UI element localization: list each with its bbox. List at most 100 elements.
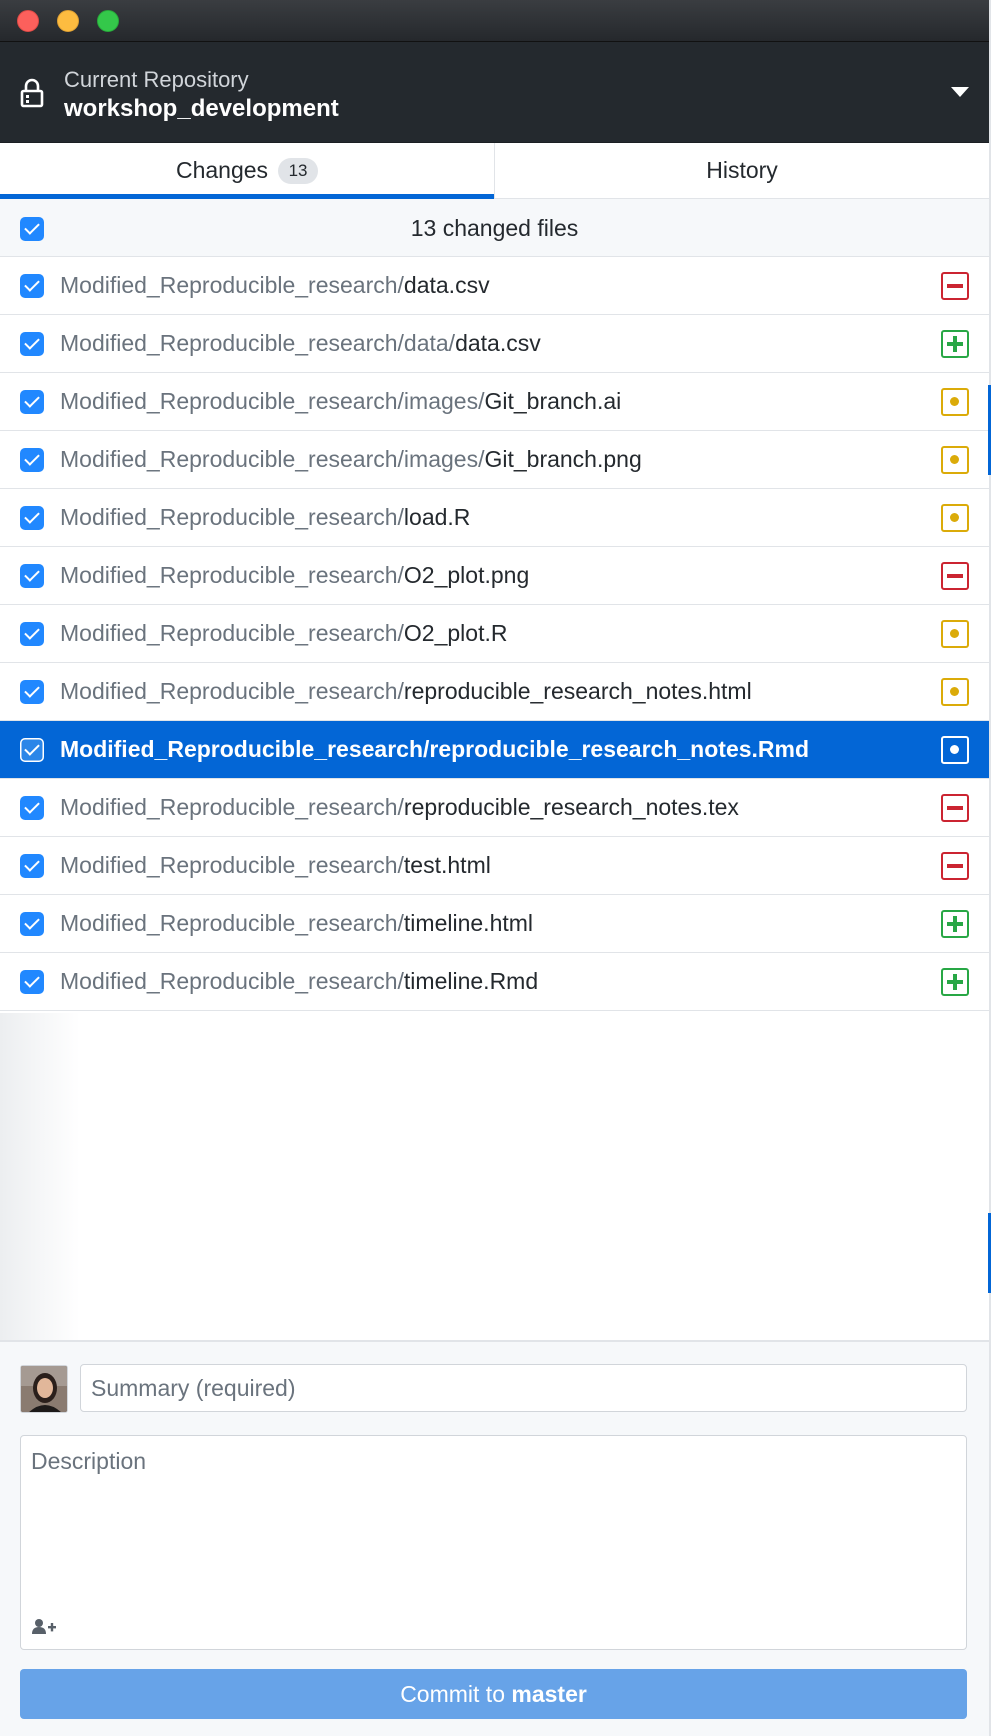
diff-added-icon [941, 910, 969, 938]
close-window-button[interactable] [17, 10, 39, 32]
file-directory: Modified_Reproducible_research/ [60, 678, 404, 704]
diff-added-icon [941, 330, 969, 358]
commit-button-prefix: Commit to [400, 1680, 512, 1707]
file-path: Modified_Reproducible_research/load.R [60, 489, 470, 546]
diff-modified-icon [941, 736, 969, 764]
file-row[interactable]: Modified_Reproducible_research/reproduci… [0, 663, 989, 721]
file-name: test.html [403, 852, 491, 878]
file-path: Modified_Reproducible_research/timeline.… [60, 953, 538, 1010]
file-path: Modified_Reproducible_research/reproduci… [60, 779, 739, 836]
file-name: O2_plot.R [403, 620, 508, 646]
file-row[interactable]: Modified_Reproducible_research/images/Gi… [0, 431, 989, 489]
file-directory: Modified_Reproducible_research/ [60, 968, 404, 994]
file-path: Modified_Reproducible_research/data.csv [60, 257, 490, 314]
file-include-checkbox[interactable] [20, 970, 44, 994]
file-include-checkbox[interactable] [20, 274, 44, 298]
summary-input[interactable] [80, 1364, 967, 1412]
file-include-checkbox[interactable] [20, 332, 44, 356]
file-name: data.csv [455, 330, 541, 356]
title-bar [0, 0, 989, 42]
file-row[interactable]: Modified_Reproducible_research/reproduci… [0, 779, 989, 837]
changes-list-header: 13 changed files [0, 199, 989, 257]
diff-removed-icon [941, 562, 969, 590]
file-name: load.R [403, 504, 471, 530]
file-directory: Modified_Reproducible_research/ [60, 562, 404, 588]
file-path: Modified_Reproducible_research/O2_plot.p… [60, 547, 529, 604]
file-name: Git_branch.ai [484, 388, 622, 414]
tab-changes-label: Changes [175, 157, 269, 183]
diff-modified-icon [941, 388, 969, 416]
commit-panel: Commit to master [0, 1340, 989, 1736]
changed-files-count: 13 changed files [410, 215, 579, 241]
diff-modified-icon [941, 678, 969, 706]
file-include-checkbox[interactable] [20, 448, 44, 472]
description-input[interactable] [21, 1436, 966, 1606]
tab-history[interactable]: History [494, 143, 989, 198]
file-name: reproducible_research_notes.tex [403, 794, 739, 820]
file-directory: Modified_Reproducible_research/ [60, 852, 404, 878]
file-include-checkbox[interactable] [20, 796, 44, 820]
diff-removed-icon [941, 272, 969, 300]
file-name: O2_plot.png [403, 562, 530, 588]
repository-caption: Current Repository [64, 67, 249, 92]
file-directory: Modified_Reproducible_research/ [60, 910, 404, 936]
file-directory: Modified_Reproducible_research/ [60, 620, 404, 646]
file-row[interactable]: Modified_Reproducible_research/load.R [0, 489, 989, 547]
file-path: Modified_Reproducible_research/images/Gi… [60, 431, 642, 488]
diff-removed-icon [941, 794, 969, 822]
file-list-empty-space [0, 1013, 989, 1340]
chevron-down-icon[interactable] [951, 87, 969, 97]
file-include-checkbox[interactable] [20, 622, 44, 646]
file-include-checkbox[interactable] [20, 506, 44, 530]
commit-branch-name: master [511, 1680, 587, 1707]
file-directory: Modified_Reproducible_research/ [60, 794, 404, 820]
file-path: Modified_Reproducible_research/images/Gi… [60, 373, 621, 430]
file-include-checkbox[interactable] [20, 564, 44, 588]
add-coauthor-icon[interactable] [31, 1617, 57, 1637]
file-path: Modified_Reproducible_research/O2_plot.R [60, 605, 507, 662]
avatar [20, 1365, 68, 1413]
changed-files-list: Modified_Reproducible_research/data.csv M… [0, 257, 989, 1011]
lock-icon [20, 78, 44, 108]
avatar-image [21, 1366, 67, 1412]
file-row[interactable]: Modified_Reproducible_research/O2_plot.R [0, 605, 989, 663]
file-directory: Modified_Reproducible_research/data/ [60, 330, 456, 356]
file-include-checkbox[interactable] [20, 738, 44, 762]
github-desktop-window: Current Repository workshop_development … [0, 0, 989, 1736]
file-directory: Modified_Reproducible_research/ [60, 504, 404, 530]
commit-button[interactable]: Commit to master [20, 1669, 967, 1719]
file-row[interactable]: Modified_Reproducible_research/timeline.… [0, 953, 989, 1011]
changes-count-badge: 13 [278, 157, 319, 184]
tab-history-label: History [706, 157, 778, 183]
file-name: timeline.Rmd [403, 968, 539, 994]
minimize-window-button[interactable] [57, 10, 79, 32]
file-include-checkbox[interactable] [20, 680, 44, 704]
tab-bar: Changes 13 History [0, 143, 989, 199]
file-path: Modified_Reproducible_research/reproduci… [60, 721, 809, 778]
repository-name: workshop_development [64, 95, 339, 122]
file-name: data.csv [403, 272, 490, 298]
file-row[interactable]: Modified_Reproducible_research/timeline.… [0, 895, 989, 953]
file-name: reproducible_research_notes.html [403, 678, 752, 704]
diff-removed-icon [941, 852, 969, 880]
diff-modified-icon [941, 504, 969, 532]
repository-selector[interactable]: Current Repository workshop_development [0, 42, 989, 143]
file-path: Modified_Reproducible_research/test.html [60, 837, 491, 894]
file-row[interactable]: Modified_Reproducible_research/O2_plot.p… [0, 547, 989, 605]
zoom-window-button[interactable] [97, 10, 119, 32]
file-include-checkbox[interactable] [20, 912, 44, 936]
file-directory: Modified_Reproducible_research/images/ [60, 446, 485, 472]
file-path: Modified_Reproducible_research/timeline.… [60, 895, 533, 952]
file-directory: Modified_Reproducible_research/images/ [60, 388, 485, 414]
diff-modified-icon [941, 620, 969, 648]
file-include-checkbox[interactable] [20, 390, 44, 414]
file-row[interactable]: Modified_Reproducible_research/test.html [0, 837, 989, 895]
file-row[interactable]: Modified_Reproducible_research/data.csv [0, 257, 989, 315]
file-include-checkbox[interactable] [20, 854, 44, 878]
file-row[interactable]: Modified_Reproducible_research/data/data… [0, 315, 989, 373]
tab-changes[interactable]: Changes 13 [0, 143, 494, 199]
file-row[interactable]: Modified_Reproducible_research/images/Gi… [0, 373, 989, 431]
description-box [20, 1435, 967, 1650]
file-row[interactable]: Modified_Reproducible_research/reproduci… [0, 721, 989, 779]
file-path: Modified_Reproducible_research/data/data… [60, 315, 541, 372]
